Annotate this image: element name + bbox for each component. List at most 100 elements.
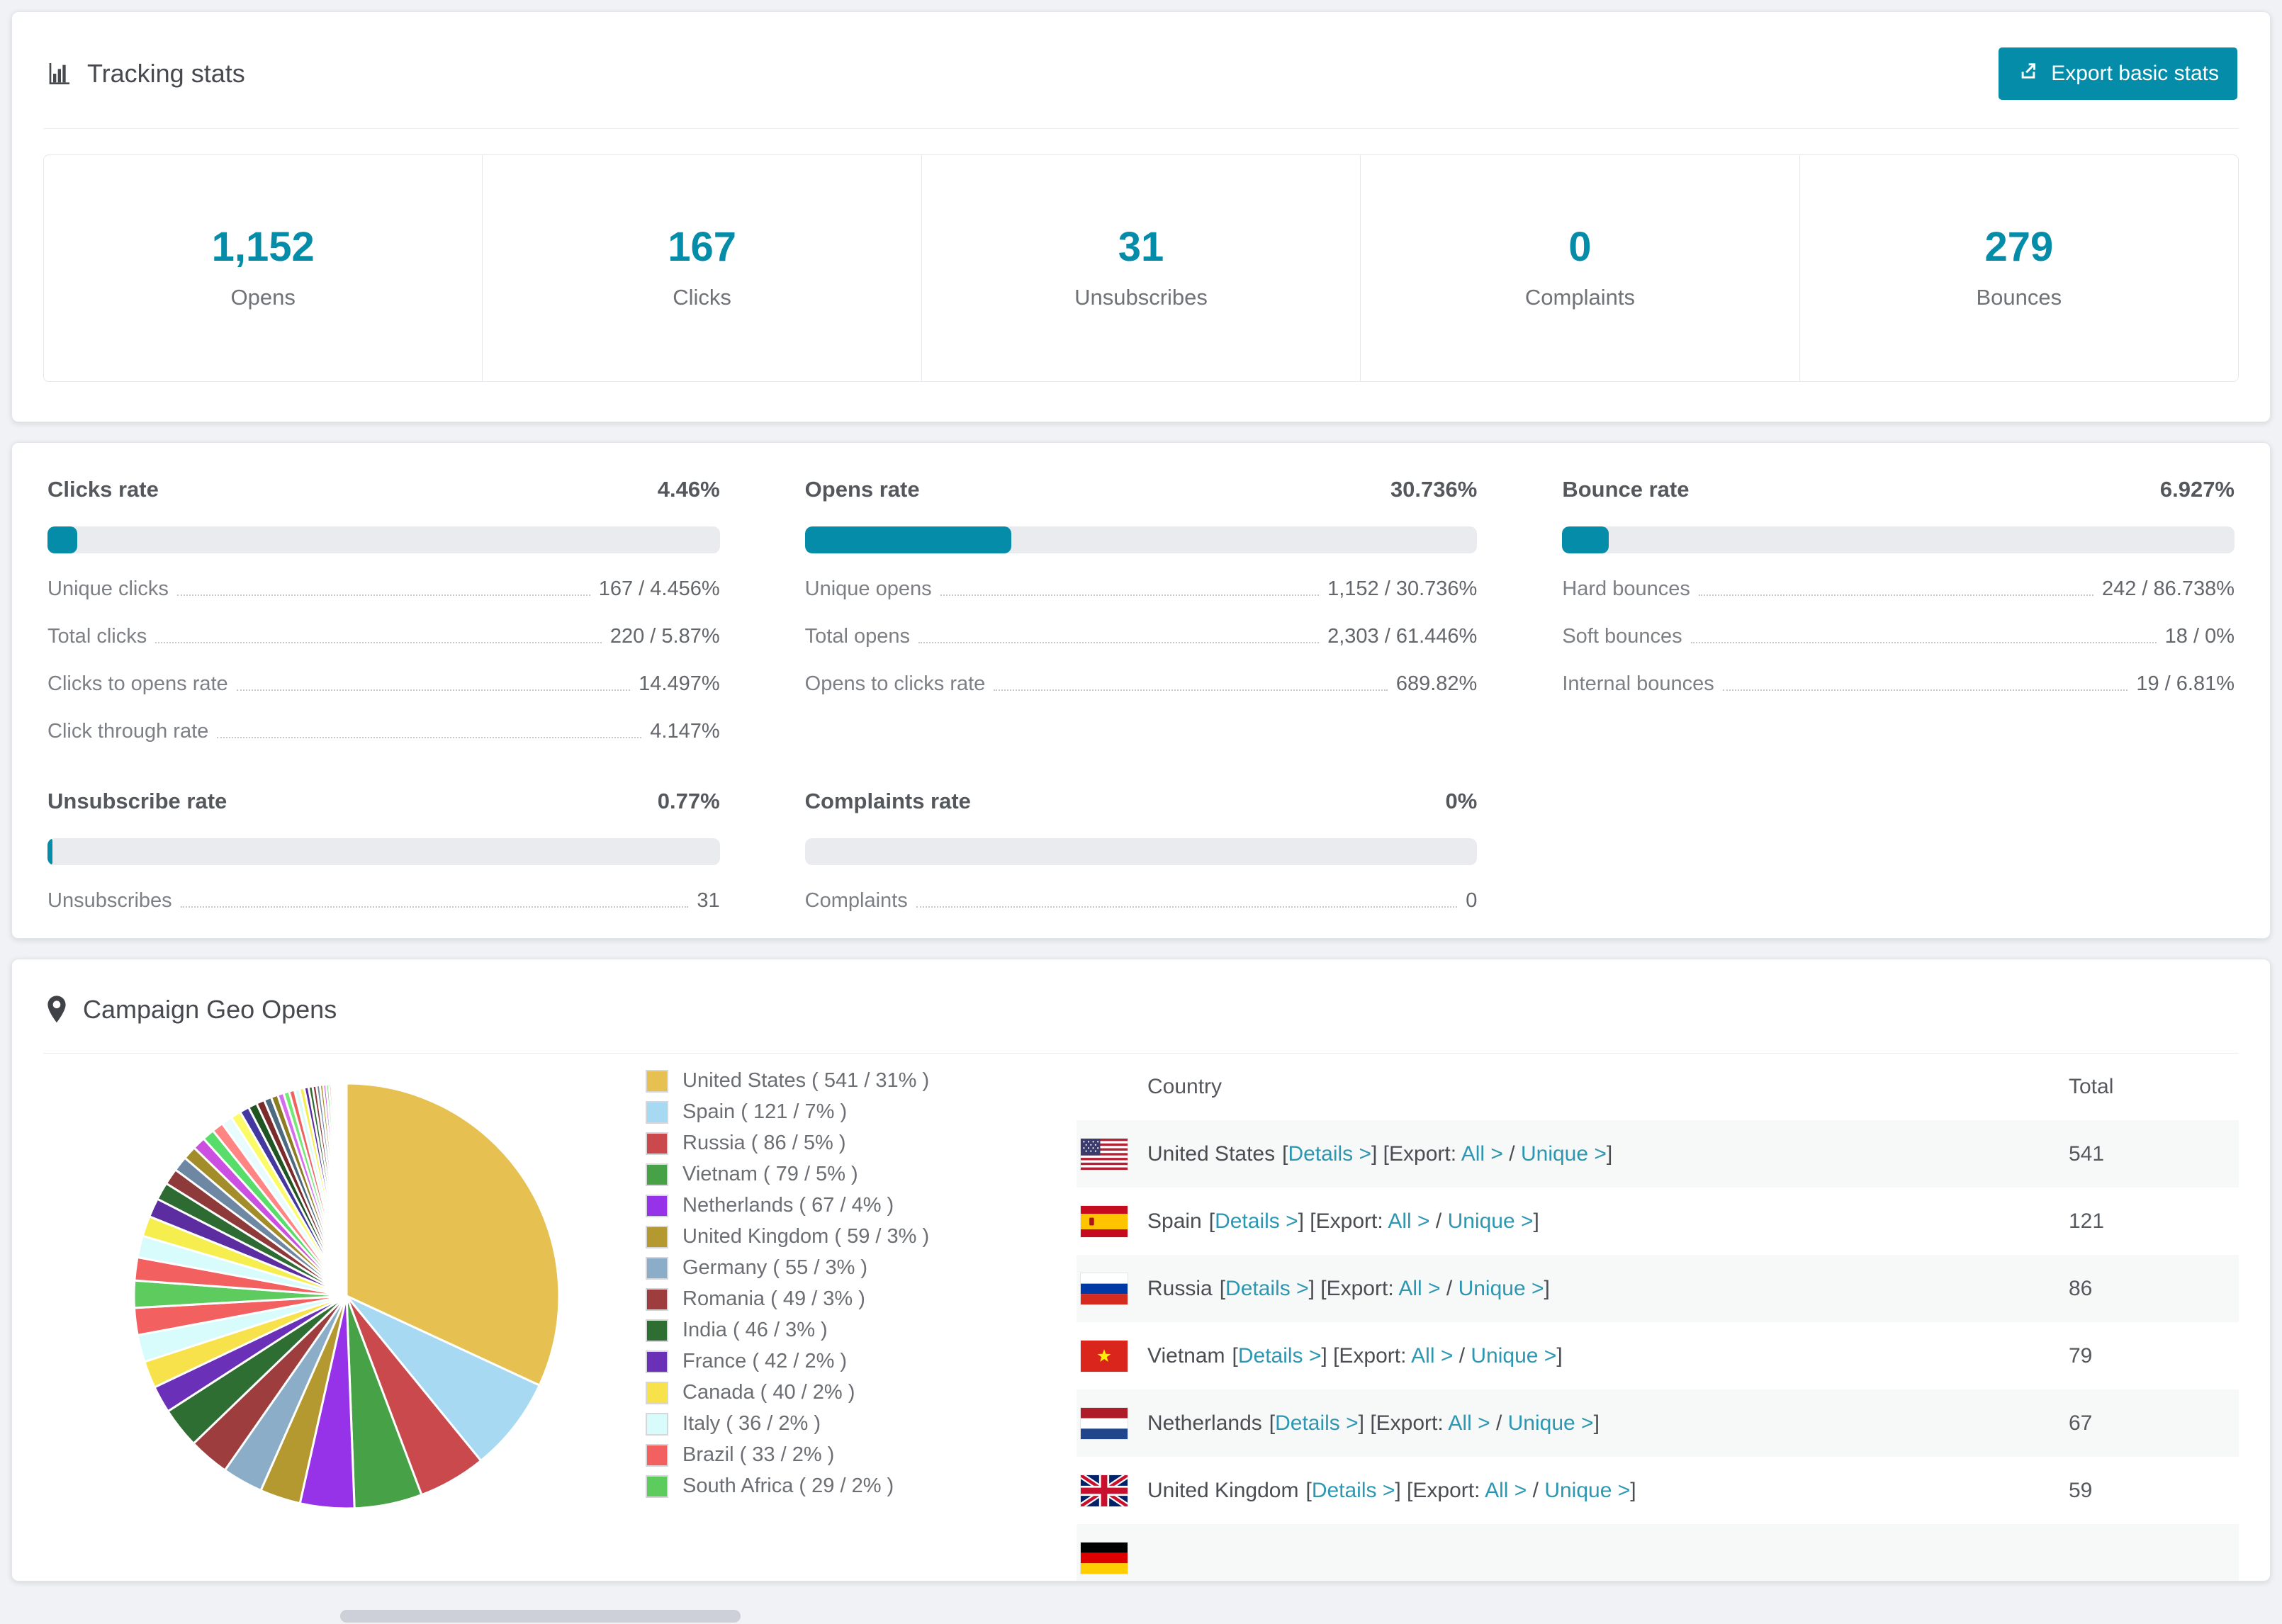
details-link[interactable]: Details > <box>1238 1344 1322 1368</box>
stat-label: Unsubscribes <box>1074 285 1208 310</box>
legend-item[interactable]: United States ( 541 / 31% ) <box>646 1069 1000 1093</box>
export-basic-stats-button[interactable]: Export basic stats <box>1999 47 2237 100</box>
legend-item[interactable]: South Africa ( 29 / 2% ) <box>646 1474 1000 1498</box>
rate-stat-label: Clicks to opens rate <box>47 672 228 695</box>
rate-stat-row: Complaints 0 <box>805 889 1478 913</box>
rate-stat-value: 1,152 / 30.736% <box>1327 577 1478 600</box>
legend-swatch <box>646 1225 668 1248</box>
legend-label: Italy ( 36 / 2% ) <box>682 1412 821 1435</box>
country-name: United States <box>1147 1141 1276 1166</box>
export-all-link[interactable]: All > <box>1388 1209 1429 1233</box>
rate-stat-label: Internal bounces <box>1562 672 1714 695</box>
country-total: 86 <box>2069 1276 2093 1300</box>
geo-table-header: Country Total <box>1077 1058 2239 1120</box>
legend-label: United Kingdom ( 59 / 3% ) <box>682 1225 930 1248</box>
export-unique-link[interactable]: Unique > <box>1521 1142 1607 1166</box>
rate-progress-fill <box>47 526 78 553</box>
dotted-leader <box>1698 594 2093 596</box>
legend-item[interactable]: Spain ( 121 / 7% ) <box>646 1100 1000 1124</box>
rate-value: 6.927% <box>2159 477 2235 502</box>
legend-item[interactable]: France ( 42 / 2% ) <box>646 1350 1000 1373</box>
legend-label: United States ( 541 / 31% ) <box>682 1069 930 1092</box>
rate-stat-value: 31 <box>697 889 720 912</box>
export-icon <box>2017 60 2040 88</box>
dotted-leader <box>236 689 631 691</box>
stat-label: Bounces <box>1976 285 2062 310</box>
table-row-spain: Spain [Details >] [Export: All > / Unique… <box>1077 1188 2239 1255</box>
export-all-link[interactable]: All > <box>1411 1344 1453 1368</box>
country-column-header: Country <box>1147 1075 1222 1098</box>
rate-stat-value: 220 / 5.87% <box>609 625 720 648</box>
rate-stat-label: Total opens <box>804 625 910 648</box>
legend-swatch <box>646 1287 668 1311</box>
details-link[interactable]: Details > <box>1275 1411 1359 1435</box>
rate-progress-bar <box>47 838 720 865</box>
legend-item[interactable]: Brazil ( 33 / 2% ) <box>646 1443 1000 1467</box>
table-row-vietnam: Vietnam [Details >] [Export: All > / Uniq… <box>1077 1322 2239 1389</box>
details-link[interactable]: Details > <box>1225 1277 1309 1300</box>
rate-stat-row: Unsubscribes 31 <box>47 889 720 913</box>
rate-progress-fill <box>804 526 1012 553</box>
rate-stat-label: Soft bounces <box>1562 625 1682 648</box>
country-name: United Kingdom <box>1147 1478 1299 1502</box>
legend-label: Spain ( 121 / 7% ) <box>682 1100 848 1123</box>
details-link[interactable]: Details > <box>1288 1142 1371 1166</box>
legend-item[interactable]: Italy ( 36 / 2% ) <box>646 1412 1000 1436</box>
legend-item[interactable]: United Kingdom ( 59 / 3% ) <box>646 1225 1000 1248</box>
legend-item[interactable]: India ( 46 / 3% ) <box>646 1319 1000 1342</box>
export-all-link[interactable]: All > <box>1461 1142 1503 1166</box>
rate-progress-fill <box>47 838 53 865</box>
rate-title: Complaints rate <box>804 789 971 813</box>
rate-title: Opens rate <box>804 477 920 502</box>
legend-swatch <box>646 1412 668 1436</box>
export-unique-link[interactable]: Unique > <box>1448 1209 1534 1233</box>
export-unique-link[interactable]: Unique > <box>1471 1344 1556 1368</box>
export-all-link[interactable]: All > <box>1398 1277 1440 1300</box>
bar-chart-icon <box>45 60 73 88</box>
details-link[interactable]: Details > <box>1215 1209 1298 1233</box>
rate-progress-fill <box>1562 526 1609 553</box>
legend-item[interactable]: Vietnam ( 79 / 5% ) <box>646 1163 1000 1186</box>
legend-label: Russia ( 86 / 5% ) <box>682 1132 846 1154</box>
rate-stat-label: Complaints <box>804 889 908 912</box>
rate-title: Unsubscribe rate <box>47 789 227 813</box>
export-all-link[interactable]: All > <box>1485 1479 1527 1502</box>
legend-label: Canada ( 40 / 2% ) <box>682 1381 855 1404</box>
legend-item[interactable]: Russia ( 86 / 5% ) <box>646 1132 1000 1155</box>
rate-progress-bar <box>47 526 720 553</box>
legend-item[interactable]: Romania ( 49 / 3% ) <box>646 1287 1000 1311</box>
dotted-leader <box>1722 689 2128 691</box>
geo-title: Campaign Geo Opens <box>83 995 337 1024</box>
export-all-link[interactable]: All > <box>1448 1411 1490 1435</box>
dotted-leader <box>1690 642 2157 643</box>
rates-card: Clicks rate 4.46% Unique clicks 167 / 4.456… <box>11 442 2271 939</box>
country-total: 121 <box>2069 1209 2105 1233</box>
nl-flag-icon <box>1081 1407 1128 1439</box>
stat-box-clicks: 167 Clicks <box>483 155 922 381</box>
table-row-united-states: United States [Details >] [Export: All > … <box>1077 1120 2239 1188</box>
rate-stat-label: Total clicks <box>47 625 147 648</box>
legend-item[interactable]: Netherlands ( 67 / 4% ) <box>646 1194 1000 1217</box>
export-unique-link[interactable]: Unique > <box>1544 1479 1630 1502</box>
dotted-leader <box>940 594 1320 596</box>
rate-stat-row: Click through rate 4.147% <box>47 720 720 743</box>
geo-card-header: Campaign Geo Opens <box>43 983 2239 1054</box>
export-unique-link[interactable]: Unique > <box>1508 1411 1594 1435</box>
legend-swatch <box>646 1381 668 1404</box>
geo-content: United States ( 541 / 31% ) Spain ( 121 /… <box>43 1058 2239 1581</box>
legend-item[interactable]: Canada ( 40 / 2% ) <box>646 1381 1000 1404</box>
rate-title: Clicks rate <box>47 477 159 502</box>
rate-stat-row: Hard bounces 242 / 86.738% <box>1562 577 2235 601</box>
export-unique-link[interactable]: Unique > <box>1458 1277 1544 1300</box>
horizontal-scrollbar-thumb[interactable] <box>340 1610 741 1623</box>
legend-swatch <box>646 1194 668 1217</box>
rate-stat-value: 14.497% <box>639 672 720 695</box>
rate-stat-value: 19 / 6.81% <box>2136 672 2235 695</box>
details-link[interactable]: Details > <box>1312 1479 1395 1502</box>
dotted-leader <box>155 642 602 643</box>
rate-stat-value: 689.82% <box>1395 672 1478 695</box>
legend-item[interactable]: Germany ( 55 / 3% ) <box>646 1256 1000 1280</box>
legend-swatch <box>646 1132 668 1155</box>
rate-stat-row: Total opens 2,303 / 61.446% <box>805 625 1478 648</box>
rate-stat-label: Unique opens <box>804 577 932 600</box>
